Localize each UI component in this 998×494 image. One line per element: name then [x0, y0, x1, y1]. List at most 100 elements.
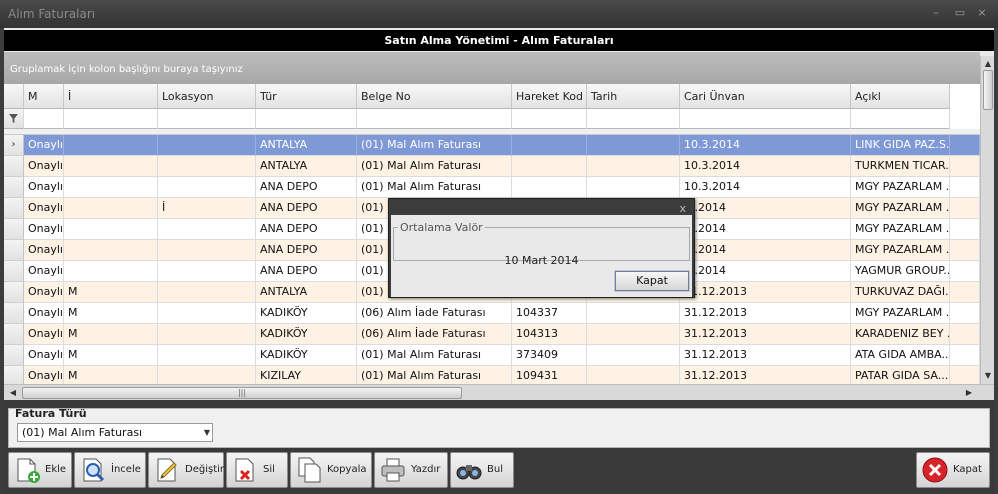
cell-cari-unvan[interactable]: 10.3.2014: [680, 135, 851, 156]
cell-aciklama[interactable]: [851, 261, 980, 282]
filter-cell-col-lokasyon[interactable]: [158, 109, 256, 129]
cell-belge-no[interactable]: (01) Mal Alım Faturası: [357, 156, 512, 177]
table-row[interactable]: › Onaylı ANTALYA (01) Mal Alım Faturası 10.3…: [4, 135, 980, 156]
cell-aciklama[interactable]: [851, 198, 980, 219]
cell-hareket-kod[interactable]: 373409: [512, 345, 587, 366]
cell-tarih[interactable]: [587, 303, 680, 324]
cell-cari-unvan[interactable]: 31.12.2013: [680, 324, 851, 345]
row-indicator[interactable]: [4, 156, 24, 177]
cell-i[interactable]: M: [64, 324, 158, 345]
cell-m[interactable]: Onaylı: [24, 177, 64, 198]
row-indicator[interactable]: [4, 177, 24, 198]
cell-m[interactable]: Onaylı: [24, 240, 64, 261]
vertical-scrollbar[interactable]: ▲ ▼: [980, 56, 994, 384]
table-row[interactable]: Onaylı ANTALYA (01) Mal Alım Faturası 10.3.…: [4, 156, 980, 177]
cell-i[interactable]: [64, 177, 158, 198]
row-indicator[interactable]: [4, 366, 24, 384]
cell-tur[interactable]: ANTALYA: [256, 135, 357, 156]
cell-lokasyon[interactable]: [158, 135, 256, 156]
close-window-button[interactable]: ×: [974, 6, 990, 20]
header-col-tur[interactable]: Tür: [256, 84, 357, 109]
bul-button[interactable]: Bul: [450, 452, 514, 488]
table-row[interactable]: Onaylı M KADIKÖY (06) Alım İade Faturası 104…: [4, 324, 980, 345]
cell-tur[interactable]: ANTALYA: [256, 156, 357, 177]
cell-i[interactable]: [64, 240, 158, 261]
cell-m[interactable]: Onaylı: [24, 261, 64, 282]
cell-tur[interactable]: ANA DEPO: [256, 177, 357, 198]
degistir-button[interactable]: Değiştir: [148, 452, 224, 488]
cell-cari-unvan[interactable]: 31.12.2013: [680, 303, 851, 324]
cell-i[interactable]: M: [64, 282, 158, 303]
ekle-button[interactable]: Ekle: [8, 452, 72, 488]
cell-m[interactable]: Onaylı: [24, 345, 64, 366]
cell-tarih[interactable]: [587, 366, 680, 384]
cell-tur[interactable]: KADIKÖY: [256, 324, 357, 345]
maximize-button[interactable]: ▭: [952, 6, 968, 20]
header-col-tarih[interactable]: Tarih: [587, 84, 680, 109]
cell-lokasyon[interactable]: [158, 156, 256, 177]
cell-tarih[interactable]: [587, 156, 680, 177]
header-col-i[interactable]: İ: [64, 84, 158, 109]
header-col-cari-unvan[interactable]: Cari Ünvan: [680, 84, 851, 109]
cell-i[interactable]: M: [64, 303, 158, 324]
cell-tur[interactable]: ANA DEPO: [256, 219, 357, 240]
filter-cell-col-aciklama[interactable]: [851, 109, 950, 129]
cell-belge-no[interactable]: (01) Mal Alım Faturası: [357, 345, 512, 366]
cell-cari-unvan[interactable]: 10.3.2014: [680, 177, 851, 198]
cell-i[interactable]: M: [64, 366, 158, 384]
cell-hareket-kod[interactable]: 109431: [512, 366, 587, 384]
cell-cari-unvan[interactable]: .3.2014: [680, 198, 851, 219]
yazdir-button[interactable]: Yazdır: [374, 452, 448, 488]
cell-tarih[interactable]: [587, 324, 680, 345]
cell-tarih[interactable]: [587, 135, 680, 156]
scroll-up-arrow-icon[interactable]: ▲: [982, 58, 994, 70]
table-row[interactable]: Onaylı M KIZILAY (01) Mal Alım Faturası 1094…: [4, 366, 980, 384]
cell-i[interactable]: [64, 261, 158, 282]
minimize-button[interactable]: –: [928, 6, 944, 20]
cell-lokasyon[interactable]: [158, 303, 256, 324]
cell-aciklama[interactable]: [851, 135, 980, 156]
cell-aciklama[interactable]: [851, 177, 980, 198]
scroll-down-arrow-icon[interactable]: ▼: [982, 370, 994, 382]
cell-cari-unvan[interactable]: .3.2014: [680, 219, 851, 240]
cell-hareket-kod[interactable]: 104337: [512, 303, 587, 324]
cell-tur[interactable]: ANTALYA: [256, 282, 357, 303]
cell-belge-no[interactable]: (06) Alım İade Faturası: [357, 324, 512, 345]
dialog-close-button[interactable]: x: [679, 202, 686, 215]
cell-hareket-kod[interactable]: [512, 135, 587, 156]
cell-lokasyon[interactable]: [158, 324, 256, 345]
cell-i[interactable]: [64, 198, 158, 219]
cell-cari-unvan[interactable]: 31.12.2013: [680, 366, 851, 384]
cell-aciklama[interactable]: [851, 156, 980, 177]
cell-aciklama[interactable]: [851, 219, 980, 240]
cell-m[interactable]: Onaylı: [24, 198, 64, 219]
filter-cell-col-m[interactable]: [24, 109, 64, 129]
cell-m[interactable]: Onaylı: [24, 156, 64, 177]
row-indicator[interactable]: [4, 219, 24, 240]
cell-tur[interactable]: ANA DEPO: [256, 240, 357, 261]
table-row[interactable]: Onaylı M KADIKÖY (01) Mal Alım Faturası 3734…: [4, 345, 980, 366]
cell-belge-no[interactable]: (01) Mal Alım Faturası: [357, 135, 512, 156]
cell-lokasyon[interactable]: İ: [158, 198, 256, 219]
cell-m[interactable]: Onaylı: [24, 135, 64, 156]
scroll-right-arrow-icon[interactable]: ▶: [962, 386, 976, 400]
cell-lokasyon[interactable]: [158, 240, 256, 261]
cell-lokasyon[interactable]: [158, 261, 256, 282]
filter-cell-col-cari-unvan[interactable]: [680, 109, 851, 129]
cell-lokasyon[interactable]: [158, 177, 256, 198]
cell-aciklama[interactable]: [851, 282, 980, 303]
cell-cari-unvan[interactable]: .3.2014: [680, 240, 851, 261]
cell-lokasyon[interactable]: [158, 366, 256, 384]
cell-aciklama[interactable]: [851, 324, 980, 345]
row-indicator[interactable]: [4, 303, 24, 324]
cell-cari-unvan[interactable]: 10.3.2014: [680, 156, 851, 177]
cell-tarih[interactable]: [587, 177, 680, 198]
row-indicator[interactable]: [4, 240, 24, 261]
cell-tur[interactable]: KADIKÖY: [256, 303, 357, 324]
cell-m[interactable]: Onaylı: [24, 219, 64, 240]
cell-tur[interactable]: ANA DEPO: [256, 261, 357, 282]
cell-tarih[interactable]: [587, 345, 680, 366]
cell-lokasyon[interactable]: [158, 282, 256, 303]
cell-tur[interactable]: ANA DEPO: [256, 198, 357, 219]
horizontal-scroll-thumb[interactable]: |||: [22, 387, 462, 399]
